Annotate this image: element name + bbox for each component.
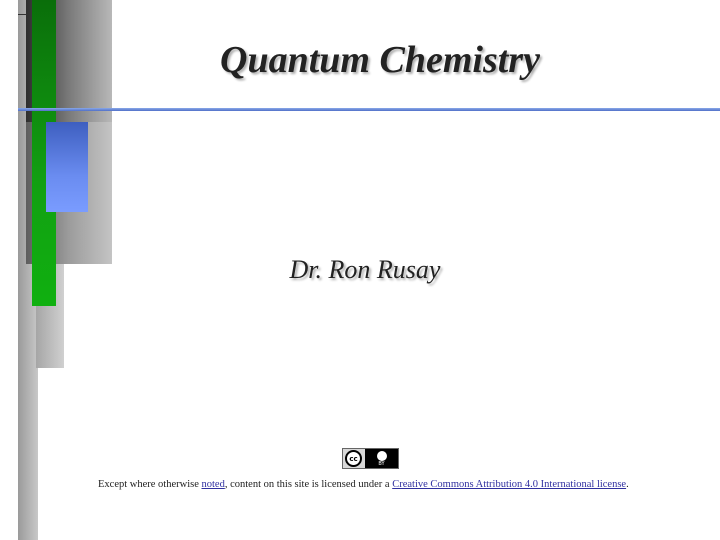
title-rule <box>18 108 720 111</box>
slide-title: Quantum Chemistry <box>220 39 540 81</box>
decor-blue-block <box>46 122 88 212</box>
cc-logo-icon: cc <box>345 450 362 467</box>
decor-tick <box>18 14 27 15</box>
license-prefix: Except where otherwise <box>98 479 202 490</box>
noted-link[interactable]: noted <box>202 479 225 490</box>
license-notice: Except where otherwise noted, content on… <box>98 479 658 490</box>
person-icon <box>376 450 387 461</box>
by-attribution-icon: BY <box>365 449 398 468</box>
license-middle: , content on this site is licensed under… <box>224 479 393 490</box>
cc-by-icon[interactable]: cc BY <box>342 448 399 469</box>
by-label: BY <box>378 460 385 467</box>
slide-author: Dr. Ron Rusay <box>289 255 441 284</box>
license-suffix: . <box>626 479 629 490</box>
license-link[interactable]: Creative Commons Attribution 4.0 Interna… <box>392 479 626 490</box>
